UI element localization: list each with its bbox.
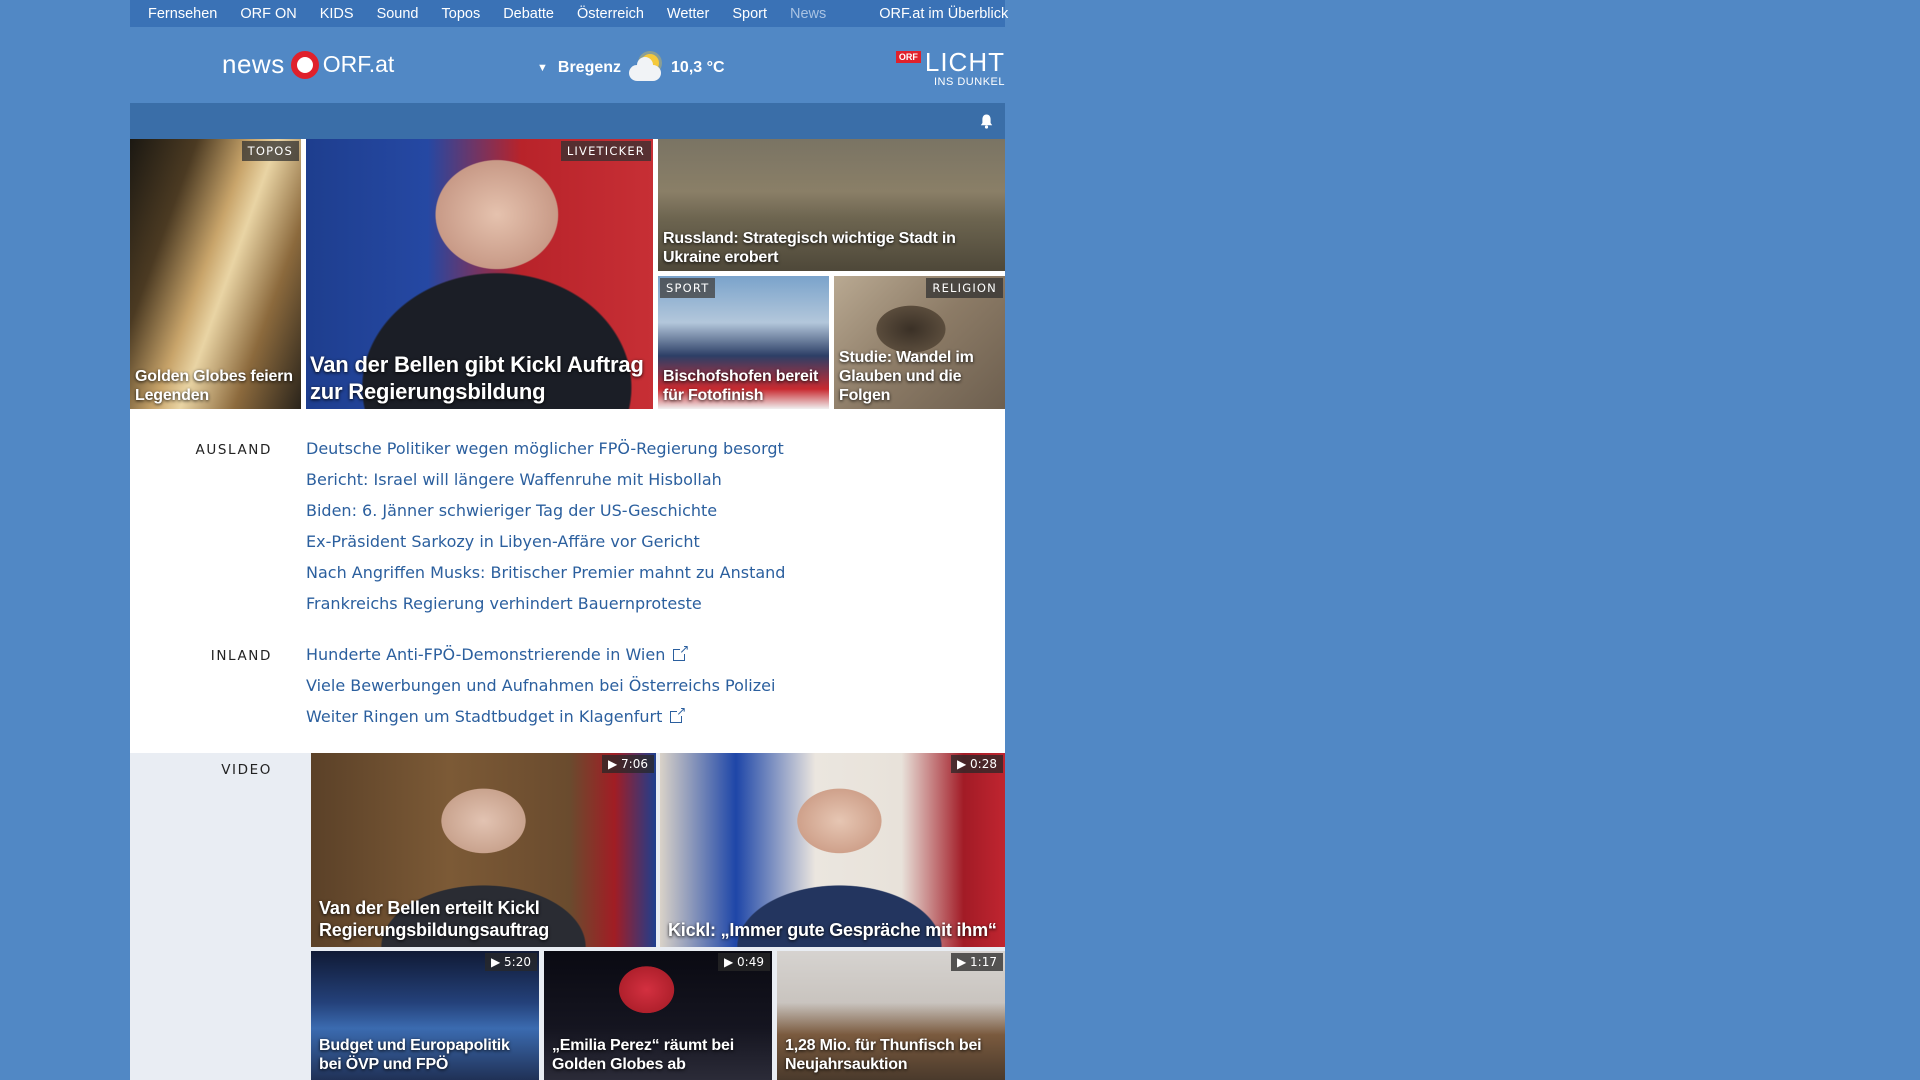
duration-text: 7:06 [621,757,648,771]
nav-overview[interactable]: ORF.at im Überblick [879,6,1008,22]
video-title: 1,28 Mio. für Thunfisch bei Neujahrsaukt… [785,1037,982,1073]
video-title: Budget und Europapolitik bei ÖVP und FPÖ [319,1037,510,1073]
nav-kids[interactable]: KIDS [320,6,354,22]
logo-orf-text: ORF.at [322,51,395,77]
teaser-bischofshofen[interactable]: SPORT Bischofshofen bereit für Fotofinis… [658,276,829,409]
site-header: news ORF.at ▼ Bregenz 10,3 °C ORF LICHT I… [130,27,1005,103]
partly-cloudy-icon [627,52,665,84]
teaser-title: Van der Bellen gibt Kickl Auftrag zur Re… [310,352,644,404]
video-title: „Emilia Perez“ räumt bei Golden Globes a… [552,1037,734,1073]
licht-ins-dunkel-logo[interactable]: ORF LICHT INS DUNKEL [895,47,1005,88]
nav-wetter[interactable]: Wetter [667,6,709,22]
video-teaser[interactable]: ▶ 0:49 „Emilia Perez“ räumt bei Golden G… [544,951,772,1080]
teaser-golden-globes[interactable]: TOPOS Golden Globes feiern Legenden [130,139,301,409]
orf-ring-icon [290,50,319,79]
notification-bar [130,103,1005,139]
video-title: Van der Bellen erteilt Kickl Regierungsb… [319,898,550,940]
nav-sport[interactable]: Sport [732,6,767,22]
news-link[interactable]: Viele Bewerbungen und Aufnahmen bei Öste… [306,676,775,707]
news-link[interactable]: Biden: 6. Jänner schwieriger Tag der US-… [306,501,785,532]
video-teaser[interactable]: ▶ 1:17 1,28 Mio. für Thunfisch bei Neuja… [777,951,1005,1080]
campaign-title: LICHT [924,47,1005,77]
video-teaser[interactable]: ▶ 0:28 Kickl: „Immer gute Gespräche mit … [660,753,1005,947]
nav-debatte[interactable]: Debatte [503,6,554,22]
logo-news-text: news [222,49,285,79]
news-link-text[interactable]: Hunderte Anti-FPÖ-Demonstrierende in Wie… [306,645,665,664]
duration-text: 1:17 [970,955,997,969]
nav-sound[interactable]: Sound [377,6,419,22]
news-list-inland: Hunderte Anti-FPÖ-Demonstrierende in Wie… [306,642,775,738]
video-teaser[interactable]: ▶ 5:20 Budget und Europapolitik bei ÖVP … [311,951,539,1080]
duration-text: 0:49 [737,955,764,969]
teaser-label: TOPOS [241,141,299,161]
weather-temperature: 10,3 °C [671,59,725,76]
weather-widget[interactable]: ▼ Bregenz 10,3 °C [537,52,725,84]
caret-down-icon[interactable]: ▼ [537,62,548,74]
teaser-title: Bischofshofen bereit für Fotofinish [663,368,819,404]
news-link[interactable]: Ex-Präsident Sarkozy in Libyen-Affäre vo… [306,532,785,563]
news-list-ausland: Deutsche Politiker wegen möglicher FPÖ-R… [306,439,785,625]
news-link[interactable]: Bericht: Israel will längere Waffenruhe … [306,470,785,501]
teaser-label: SPORT [660,278,716,298]
bell-icon[interactable] [980,114,993,129]
video-duration: ▶ 5:20 [484,953,537,971]
teaser-label: RELIGION [926,278,1003,298]
nav-news[interactable]: News [790,6,826,22]
nav-orf-on[interactable]: ORF ON [240,6,296,22]
teaser-title: Russland: Strategisch wichtige Stadt in … [663,230,956,266]
section-label-ausland: AUSLAND [195,442,272,458]
section-label-video: VIDEO [221,762,272,778]
news-link-text[interactable]: Weiter Ringen um Stadtbudget in Klagenfu… [306,707,662,726]
teaser-title: Studie: Wandel im Glauben und die Folgen [839,349,974,404]
nav-topos[interactable]: Topos [442,6,481,22]
teaser-title: Golden Globes feiern Legenden [135,368,293,404]
teaser-van-der-bellen[interactable]: LIVETICKER Van der Bellen gibt Kickl Auf… [306,139,653,409]
play-icon: ▶ [723,955,734,969]
video-duration: ▶ 1:17 [950,953,1003,971]
video-teaser[interactable]: ▶ 7:06 Van der Bellen erteilt Kickl Regi… [311,753,656,947]
play-icon: ▶ [607,757,618,771]
news-link-external[interactable]: Hunderte Anti-FPÖ-Demonstrierende in Wie… [306,642,775,676]
news-link[interactable]: Nach Angriffen Musks: Britischer Premier… [306,563,785,594]
main-content: TOPOS Golden Globes feiern Legenden LIVE… [130,139,1005,1080]
play-icon: ▶ [956,757,967,771]
external-link-icon [673,642,689,661]
teaser-label: LIVETICKER [560,141,651,161]
play-icon: ▶ [490,955,501,969]
top-navigation: Fernsehen ORF ON KIDS Sound Topos Debatt… [130,0,1008,27]
video-duration: ▶ 7:06 [601,755,654,773]
video-duration: ▶ 0:49 [717,953,770,971]
teaser-religion[interactable]: RELIGION Studie: Wandel im Glauben und d… [834,276,1005,409]
news-orf-logo[interactable]: news ORF.at [222,49,394,80]
weather-location: Bregenz [557,59,622,76]
video-title: Kickl: „Immer gute Gespräche mit ihm“ [668,920,997,940]
section-label-inland: INLAND [210,648,272,664]
video-duration: ▶ 0:28 [950,755,1003,773]
news-link[interactable]: Deutsche Politiker wegen möglicher FPÖ-R… [306,439,785,470]
duration-text: 0:28 [970,757,997,771]
nav-fernsehen[interactable]: Fernsehen [148,6,217,22]
teaser-russland[interactable]: Russland: Strategisch wichtige Stadt in … [658,139,1005,271]
news-link[interactable]: Frankreichs Regierung verhindert Bauernp… [306,594,785,625]
orf-badge: ORF [895,51,921,63]
news-link-external[interactable]: Weiter Ringen um Stadtbudget in Klagenfu… [306,704,775,738]
play-icon: ▶ [956,955,967,969]
external-link-icon [670,704,686,723]
duration-text: 5:20 [504,955,531,969]
campaign-subtitle: INS DUNKEL [933,76,1005,88]
nav-oesterreich[interactable]: Österreich [577,6,644,22]
page: Fernsehen ORF ON KIDS Sound Topos Debatt… [130,0,1008,1080]
